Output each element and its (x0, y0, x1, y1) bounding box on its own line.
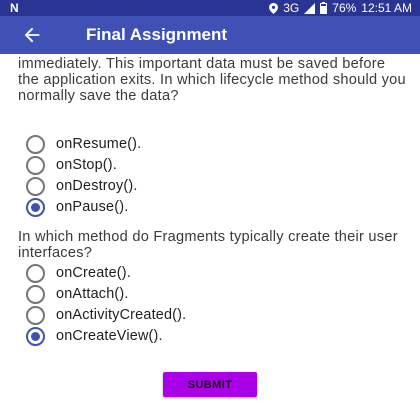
radio-button[interactable] (26, 263, 45, 283)
option-label: onAttach(). (56, 286, 129, 302)
network-type: 3G (283, 1, 300, 15)
radio-button[interactable] (26, 305, 45, 325)
q2-option-oncreateview[interactable]: onCreateView(). (26, 326, 163, 346)
signal-icon (304, 2, 316, 14)
page-title: Final Assignment (86, 25, 228, 44)
arrow-back-icon[interactable] (21, 24, 43, 46)
question-text-2: In which method do Fragments typically c… (18, 229, 398, 261)
battery-icon (320, 2, 328, 14)
radio-button[interactable] (26, 134, 45, 154)
option-label: onCreate(). (56, 265, 131, 281)
radio-button[interactable] (26, 176, 45, 196)
radio-button-checked[interactable] (26, 197, 45, 217)
radio-button[interactable] (26, 155, 45, 175)
app-bar: Final Assignment (0, 16, 420, 54)
q2-option-onattach[interactable]: onAttach(). (26, 284, 129, 304)
option-label: onDestroy(). (56, 178, 138, 194)
q2-option-onactivitycreated[interactable]: onActivityCreated(). (26, 305, 186, 325)
option-label: onActivityCreated(). (56, 307, 187, 323)
q1-option-onstop[interactable]: onStop(). (26, 155, 117, 175)
radio-button-checked[interactable] (26, 326, 45, 346)
q1-option-ondestroy[interactable]: onDestroy(). (26, 176, 138, 196)
q2-option-oncreate[interactable]: onCreate(). (26, 263, 131, 283)
q1-option-onresume[interactable]: onResume(). (26, 134, 141, 154)
option-label: onResume(). (56, 136, 142, 152)
quiz-content[interactable]: Such as the user's account name, but doe… (0, 54, 420, 420)
option-label: onStop(). (56, 157, 117, 173)
status-icons: 3G 76% 12:51 AM (269, 1, 412, 15)
notification-n-icon: N (10, 1, 19, 15)
radio-button[interactable] (26, 284, 45, 304)
clock: 12:51 AM (361, 1, 412, 15)
battery-percent: 76% (332, 1, 357, 15)
option-label: onCreateView(). (56, 328, 163, 344)
location-icon (269, 2, 279, 14)
submit-button[interactable]: SUBMIT (163, 372, 257, 397)
q1-option-onpause[interactable]: onPause(). (26, 197, 128, 217)
question-text-1: Such as the user's account name, but doe… (18, 54, 406, 104)
option-label: onPause(). (56, 199, 129, 215)
status-bar: N 3G 76% 12:51 AM (0, 0, 420, 16)
